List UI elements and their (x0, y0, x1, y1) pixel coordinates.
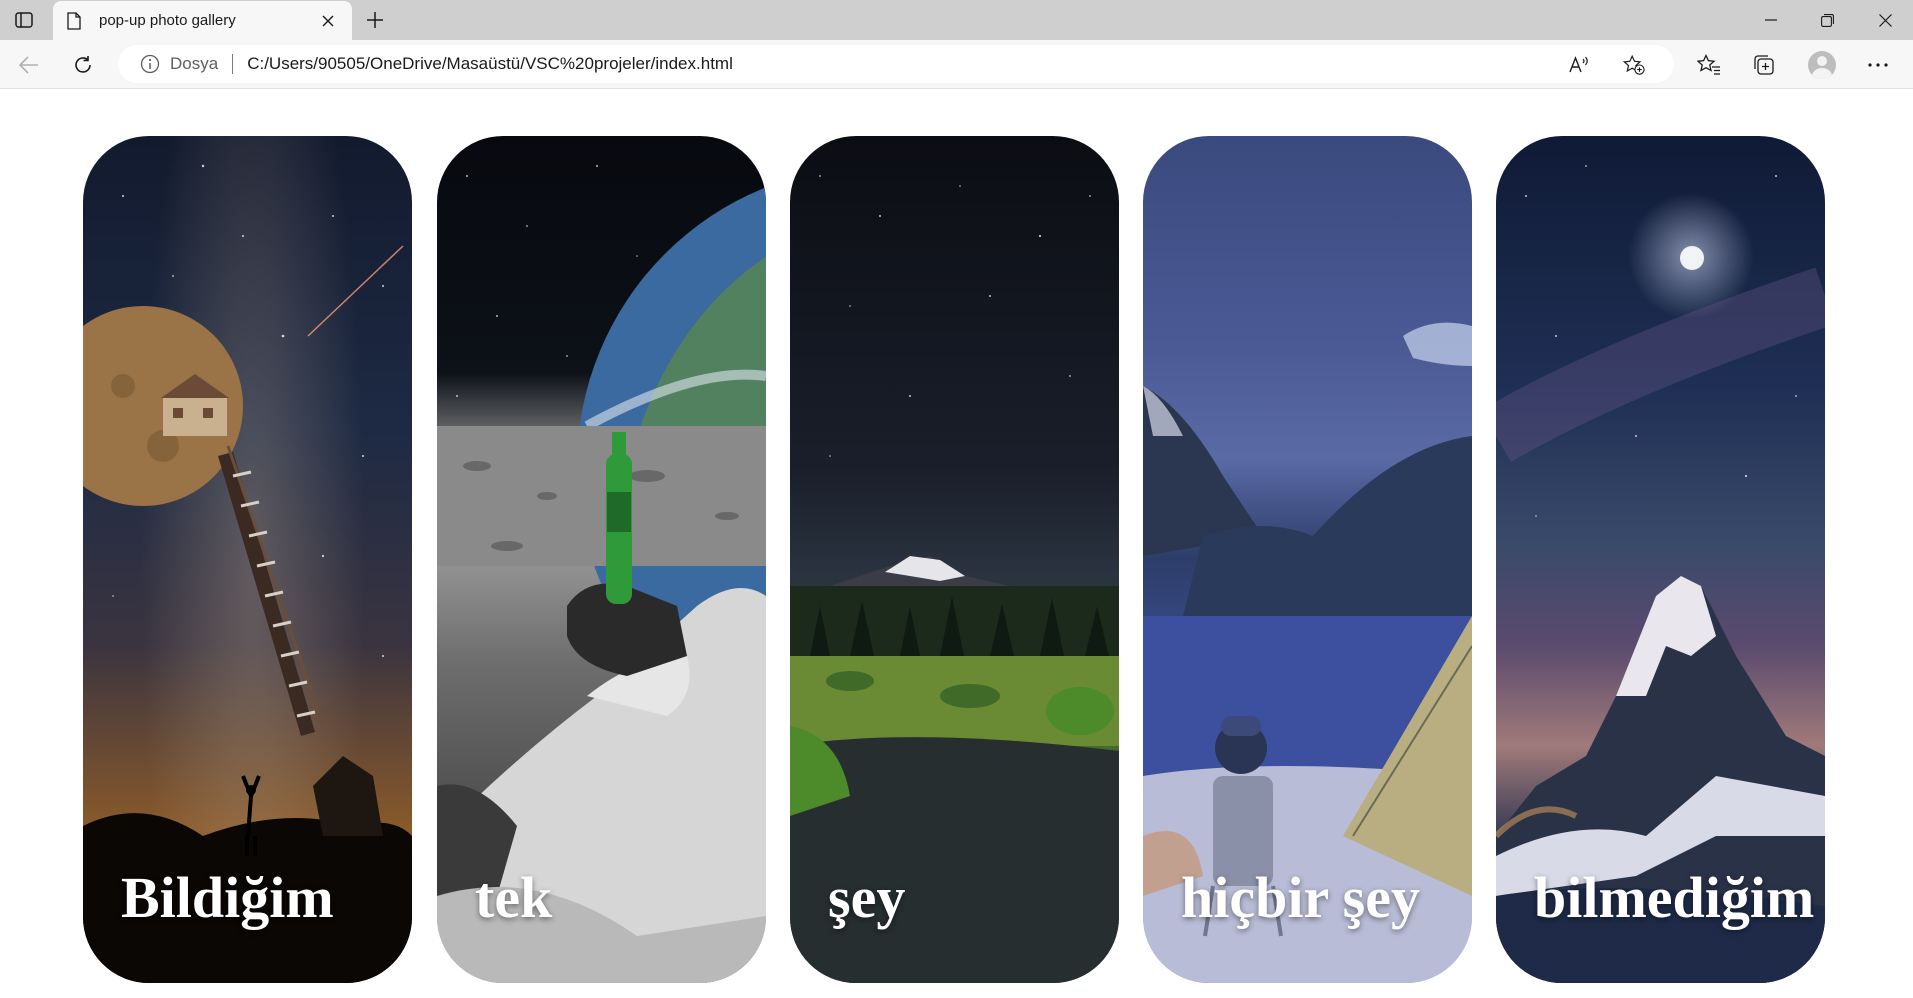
gallery-card[interactable]: hiçbir şey (1143, 136, 1472, 983)
tab-bar: pop-up photo gallery (0, 0, 1913, 40)
card-caption: bilmediğim (1534, 865, 1815, 930)
star-plus-icon[interactable] (1623, 54, 1645, 76)
gallery-card[interactable]: Bildiğim (83, 136, 412, 983)
tab-actions-icon[interactable] (12, 8, 36, 32)
gallery-card[interactable]: bilmediğim (1496, 136, 1825, 983)
card-caption: tek (475, 865, 553, 930)
night-sky-ladder-image (83, 164, 412, 983)
address-bar[interactable]: Dosya C:/Users/90505/OneDrive/Masaüstü/V… (118, 45, 1674, 83)
site-info-label[interactable]: Dosya (170, 54, 218, 74)
close-icon[interactable] (318, 11, 338, 31)
favorites-icon[interactable] (1691, 47, 1727, 83)
window-close-icon[interactable] (1857, 0, 1913, 40)
astronaut-moon-image (437, 165, 766, 983)
navigation-bar: Dosya C:/Users/90505/OneDrive/Masaüstü/V… (0, 40, 1913, 89)
anime-lake-camp-image (1143, 322, 1472, 983)
card-caption: şey (828, 865, 906, 930)
card-caption: Bildiğim (121, 865, 334, 930)
info-icon[interactable] (140, 54, 160, 74)
gallery-card[interactable]: şey (790, 136, 1119, 983)
address-separator (232, 54, 234, 74)
back-arrow-icon[interactable] (12, 48, 46, 82)
gallery-card[interactable]: tek (437, 136, 766, 983)
card-caption: hiçbir şey (1181, 865, 1420, 930)
more-icon[interactable] (1860, 47, 1896, 83)
profile-avatar[interactable] (1804, 47, 1840, 83)
minimize-icon[interactable] (1743, 0, 1799, 40)
read-aloud-icon[interactable] (1568, 54, 1590, 76)
tab-title: pop-up photo gallery (99, 12, 236, 29)
snowy-peak-image (1496, 165, 1825, 983)
plus-icon[interactable] (362, 7, 388, 33)
url-text[interactable]: C:/Users/90505/OneDrive/Masaüstü/VSC%20p… (247, 54, 733, 74)
avatar (1808, 51, 1836, 79)
restore-icon[interactable] (1799, 0, 1855, 40)
page-icon (67, 11, 85, 31)
collections-icon[interactable] (1746, 47, 1782, 83)
photo-gallery: Bildiğim tek şey hiçbir şey bilmediğim (83, 136, 1826, 983)
mountain-meadow-image (790, 175, 1119, 983)
reload-icon[interactable] (66, 48, 100, 82)
active-tab[interactable]: pop-up photo gallery (53, 1, 352, 40)
